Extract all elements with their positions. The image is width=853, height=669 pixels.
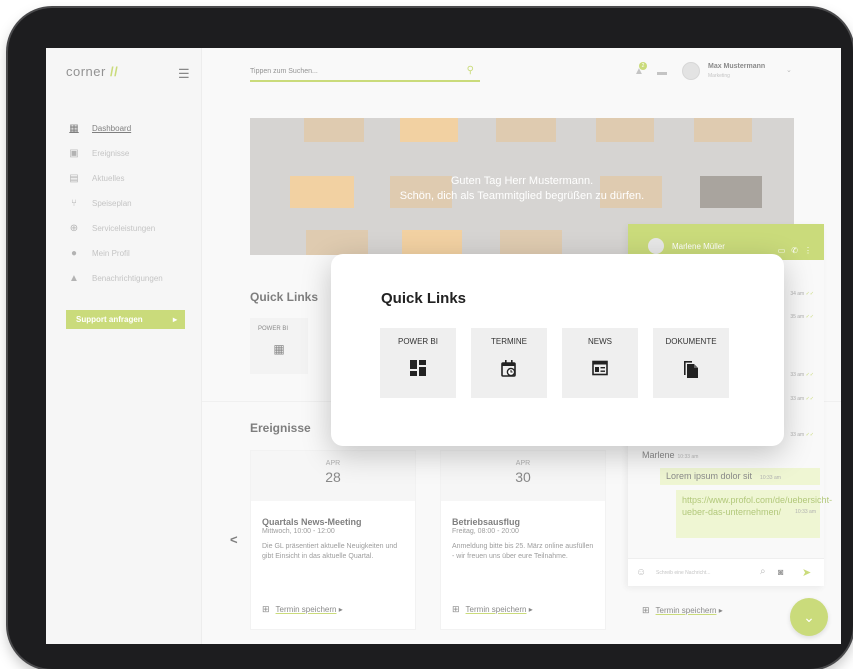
quick-link-dokumente[interactable]: DOKUMENTE — [653, 328, 729, 398]
quick-link-label: POWER BI — [397, 337, 438, 346]
modal-title: Quick Links — [381, 290, 467, 307]
quick-link-label: TERMINE — [491, 337, 527, 346]
quick-link-label: DOKUMENTE — [665, 337, 717, 346]
dashboard-icon — [380, 360, 456, 376]
quick-links-modal: Quick Links POWER BI TERMINE NEWS DOKUME… — [331, 254, 784, 446]
document-icon — [653, 360, 729, 378]
quick-link-powerbi[interactable]: POWER BI — [380, 328, 456, 398]
news-icon — [562, 360, 638, 376]
quick-link-label: NEWS — [588, 337, 612, 346]
calendar-clock-icon — [471, 360, 547, 378]
tablet-frame: corner // ☰ ▦ Dashboard ▣ Ereignisse ▤ Aktu… — [8, 8, 853, 669]
quick-link-news[interactable]: NEWS — [562, 328, 638, 398]
app-screen: corner // ☰ ▦ Dashboard ▣ Ereignisse ▤ Aktu… — [46, 48, 841, 644]
quick-link-termine[interactable]: TERMINE — [471, 328, 547, 398]
